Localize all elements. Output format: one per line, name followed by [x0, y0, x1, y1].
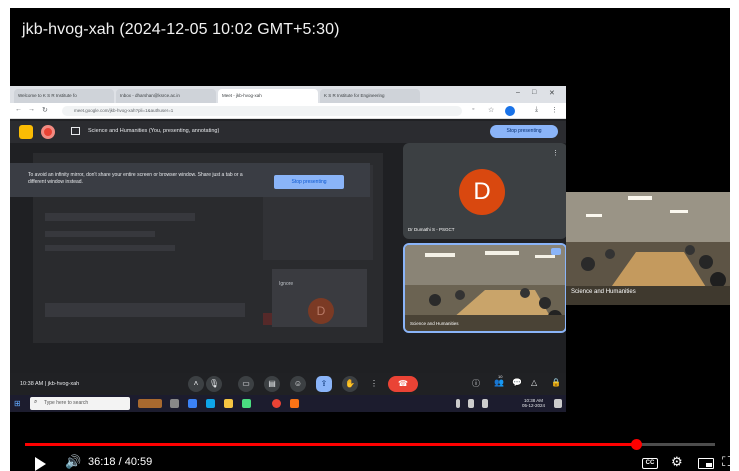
browser-tab[interactable]: Inbox - dharshan@ksrce.ac.in: [116, 89, 216, 103]
back-icon[interactable]: ←: [15, 106, 22, 113]
volume-icon[interactable]: 🔊: [65, 454, 81, 470]
meet-content-area: To avoid an infinity mirror, don't share…: [10, 143, 566, 373]
room-tile-name: Science and Humanities: [410, 321, 459, 326]
raise-hand-icon[interactable]: ✋: [342, 376, 358, 392]
task-view-icon[interactable]: [170, 399, 179, 408]
stop-presenting-button[interactable]: Stop presenting: [490, 125, 558, 138]
info-icon[interactable]: ⓘ: [472, 378, 480, 389]
fullscreen-icon[interactable]: ⛶: [722, 454, 730, 470]
speaking-badge: [551, 248, 561, 255]
activities-icon[interactable]: △: [531, 378, 537, 387]
volume-tray-icon[interactable]: [468, 399, 474, 408]
presenting-banner: Science and Humanities (You, presenting,…: [88, 128, 220, 134]
tray-icon[interactable]: [456, 399, 460, 408]
browser-tab-active[interactable]: Meet - jkb-hvog-xah: [218, 89, 318, 103]
minimize-icon[interactable]: –: [516, 89, 520, 96]
reload-icon[interactable]: ↻: [42, 106, 48, 114]
people-icon[interactable]: 👥: [494, 378, 504, 387]
profile-avatar[interactable]: [505, 106, 515, 116]
present-button[interactable]: ⇪: [316, 376, 332, 392]
meeting-clock: 10:38 AM | jkb-hvog-xah: [20, 381, 80, 387]
taskbar-widget-icon[interactable]: [138, 399, 162, 408]
warning-text: To avoid an infinity mirror, don't share…: [28, 172, 243, 185]
store-icon[interactable]: [242, 399, 251, 408]
notification-icon[interactable]: [554, 399, 562, 408]
side-camera-tile[interactable]: Science and Humanities: [566, 192, 730, 305]
video-player[interactable]: jkb-hvog-xah (2024-12-05 10:02 GMT+5:30)…: [10, 8, 730, 471]
meet-logo-icon: [19, 125, 33, 139]
chrome-icon[interactable]: [272, 399, 281, 408]
scrubber-handle[interactable]: [630, 439, 642, 450]
meet-control-bar: 10:38 AM | jkb-hvog-xah ˄ 🎙 ▭ ▤ ☺ ⇪ ✋ ⋮ …: [10, 373, 566, 395]
host-controls-icon[interactable]: 🔒: [551, 378, 561, 387]
menu-icon[interactable]: ⋮: [551, 106, 558, 114]
participant-avatar: D: [459, 169, 505, 215]
network-tray-icon[interactable]: [482, 399, 488, 408]
taskbar-search[interactable]: Type here to search: [30, 397, 130, 410]
browser-icon[interactable]: [206, 399, 215, 408]
browser-tab[interactable]: K S R Institute for Engineering: [320, 89, 420, 103]
time-display: 36:18 / 40:59: [88, 456, 153, 468]
side-tile-name: Science and Humanities: [571, 289, 636, 295]
search-icon: ⌕: [34, 399, 38, 405]
windows-start-icon[interactable]: ⊞: [14, 399, 21, 408]
taskbar-clock: 10:38 AM 05-12-2024: [522, 398, 545, 408]
more-options-icon[interactable]: ⋮: [552, 149, 559, 157]
microphone-icon[interactable]: 🎙: [206, 376, 222, 392]
edge-icon[interactable]: [188, 399, 197, 408]
video-title: jkb-hvog-xah (2024-12-05 10:02 GMT+5:30): [22, 21, 340, 38]
bookmark-icon[interactable]: ☆: [488, 106, 494, 114]
participant-tile[interactable]: ⋮ D Dr Dumathi S - PSGCT: [403, 143, 566, 239]
captions-icon[interactable]: CC: [642, 458, 658, 469]
recorded-screen: Welcome to K S R Institute fo Inbox - dh…: [10, 86, 566, 412]
more-options-icon[interactable]: ⋮: [366, 376, 382, 392]
infinity-mirror-warning: To avoid an infinity mirror, don't share…: [10, 163, 370, 197]
file-explorer-icon[interactable]: [224, 399, 233, 408]
forward-icon[interactable]: →: [28, 106, 35, 113]
address-bar-row: ← → ↻ meet.google.com/jkb-hvog-xah?pli=1…: [10, 103, 566, 119]
maximize-icon[interactable]: □: [532, 89, 536, 96]
chat-icon[interactable]: 💬: [512, 378, 522, 387]
emoji-icon[interactable]: ☺: [290, 376, 306, 392]
progress-fill: [25, 443, 636, 446]
taskbar-date: 05-12-2024: [522, 403, 546, 408]
browser-tab-bar: Welcome to K S R Institute fo Inbox - dh…: [10, 86, 566, 103]
participant-name: Dr Dumathi S - PSGCT: [408, 227, 455, 232]
browser-tab[interactable]: Welcome to K S R Institute fo: [14, 89, 114, 103]
settings-gear-icon[interactable]: ⚙: [671, 454, 683, 470]
windows-taskbar: ⊞ Type here to search ⌕ 10:38 AM 05-12-2…: [10, 395, 566, 412]
mirror-avatar: D: [308, 298, 334, 324]
url-field[interactable]: meet.google.com/jkb-hvog-xah?pli=1&authu…: [62, 106, 462, 116]
progress-bar[interactable]: [25, 439, 715, 450]
ignore-label[interactable]: Ignore: [279, 281, 293, 287]
captions-icon[interactable]: ▤: [264, 376, 280, 392]
extension-icon[interactable]: ◦: [472, 106, 474, 113]
meet-presenting-bar: Science and Humanities (You, presenting,…: [10, 121, 566, 143]
recording-icon: [41, 125, 55, 139]
miniplayer-icon[interactable]: [698, 458, 714, 469]
app-icon[interactable]: [290, 399, 299, 408]
close-icon[interactable]: ✕: [549, 89, 555, 97]
play-icon[interactable]: [35, 457, 46, 471]
end-call-button[interactable]: ☎: [388, 376, 418, 392]
download-icon[interactable]: ⤓: [535, 106, 538, 114]
chevron-up-icon[interactable]: ˄: [188, 376, 204, 392]
camera-icon[interactable]: ▭: [238, 376, 254, 392]
room-camera-tile[interactable]: Science and Humanities: [403, 243, 566, 333]
conference-room-image: [405, 245, 565, 331]
stop-presenting-warning-button[interactable]: Stop presenting: [274, 175, 344, 189]
present-screen-icon: [71, 127, 80, 135]
